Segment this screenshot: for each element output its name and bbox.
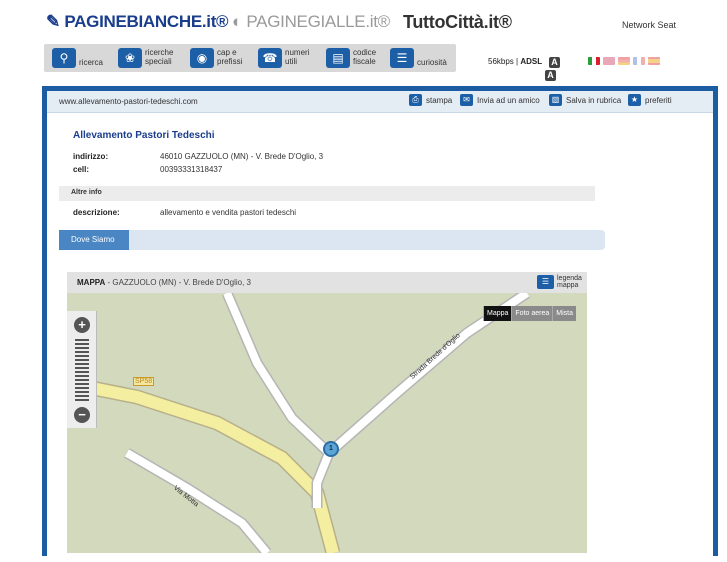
location-marker[interactable]: 1 <box>323 441 339 457</box>
speed-56k[interactable]: 56kbps <box>488 57 514 66</box>
address-label: indirizzo: <box>73 152 109 161</box>
toolbar-numeri-utili[interactable]: ☎ numeri utili <box>258 48 309 70</box>
mail-icon: ✉ <box>460 94 473 106</box>
star-icon: ★ <box>628 94 641 106</box>
card-icon: ▤ <box>326 48 350 68</box>
description-value: allevamento e vendita pastori tedeschi <box>160 208 297 217</box>
save-contact-button[interactable]: ▧ Salva in rubrica <box>549 94 621 106</box>
globe-icon: ◉ <box>190 48 214 68</box>
toolbar-cap-prefissi[interactable]: ◉ cap e prefissi <box>190 48 242 70</box>
cell-value: 00393331318437 <box>160 165 223 174</box>
map-header: MAPPA - GAZZUOLO (MN) - V. Brede D'Oglio… <box>67 272 587 293</box>
legend-icon: ☰ <box>537 275 554 289</box>
hand-icon: ✎ <box>46 12 60 31</box>
flag-germany-icon[interactable] <box>618 57 630 65</box>
zoom-in-icon[interactable]: + <box>74 317 90 333</box>
network-link[interactable]: Network Seat <box>622 20 676 30</box>
tab-bar: Dove Siamo <box>59 230 605 250</box>
flag-uk-icon[interactable] <box>603 57 615 65</box>
more-info-header: Altre info <box>59 186 595 201</box>
cell-label: cell: <box>73 165 90 174</box>
description-label: descrizione: <box>73 208 120 217</box>
toolbar-ricerca[interactable]: ⚲ ricerca <box>52 48 103 70</box>
listing-title[interactable]: Allevamento Pastori Tedeschi <box>73 130 215 141</box>
map-mode-foto-aerea[interactable]: Foto aerea <box>511 306 553 321</box>
text-size-large-button[interactable]: A <box>545 70 556 81</box>
g-logo-icon: ◐ <box>232 12 242 31</box>
main-toolbar: ⚲ ricerca ❀ ricerche speciali ◉ cap e pr… <box>44 44 456 72</box>
road-label-sp58: SP58 <box>133 377 155 386</box>
map-mode-mappa[interactable]: Mappa <box>483 306 512 321</box>
tuttocitta-logo[interactable]: TuttoCittà.it® <box>403 12 512 33</box>
print-button[interactable]: ⎙ stampa <box>409 94 452 106</box>
print-icon: ⎙ <box>409 94 422 106</box>
toolbar-ricerche-speciali[interactable]: ❀ ricerche speciali <box>118 48 173 70</box>
header: ✎ PAGINEBIANCHE.it® ◐ PAGINEGIALLE.it® T… <box>0 0 727 40</box>
map-panel: MAPPA - GAZZUOLO (MN) - V. Brede D'Oglio… <box>67 272 587 562</box>
connection-speed: 56kbps | ADSL <box>488 57 543 66</box>
legend-button[interactable]: ☰ legenda mappa <box>537 275 582 289</box>
tab-dove-siamo[interactable]: Dove Siamo <box>59 230 129 250</box>
text-size-button[interactable]: A <box>549 57 560 68</box>
url-bar: www.allevamento-pastori-tedeschi.com ⎙ s… <box>47 91 713 113</box>
zoom-slider[interactable] <box>75 339 89 403</box>
speed-adsl[interactable]: ADSL <box>520 57 542 66</box>
favorites-button[interactable]: ★ preferiti <box>628 94 672 106</box>
map-canvas[interactable]: Mappa Foto aerea Mista + − SP58 Strada B… <box>67 293 587 553</box>
book-icon: ☰ <box>390 48 414 68</box>
flag-spain-icon[interactable] <box>648 57 660 65</box>
paginegialle-logo[interactable]: ◐ PAGINEGIALLE.it® <box>232 12 390 32</box>
toolbar-curiosita[interactable]: ☰ curiosità <box>390 48 447 70</box>
map-mode-switch: Mappa Foto aerea Mista <box>483 306 576 321</box>
puzzle-icon: ❀ <box>118 48 142 68</box>
language-flags <box>588 57 660 65</box>
map-mode-mista[interactable]: Mista <box>552 306 576 321</box>
map-roads <box>67 293 531 553</box>
folder-icon: ▧ <box>549 94 562 106</box>
zoom-out-icon[interactable]: − <box>74 407 90 423</box>
flag-italy-icon[interactable] <box>588 57 600 65</box>
map-title: MAPPA - GAZZUOLO (MN) - V. Brede D'Oglio… <box>77 278 252 287</box>
flag-france-icon[interactable] <box>633 57 645 65</box>
website-link[interactable]: www.allevamento-pastori-tedeschi.com <box>59 97 198 106</box>
zoom-control: + − <box>67 311 97 428</box>
listing-frame: www.allevamento-pastori-tedeschi.com ⎙ s… <box>42 86 718 556</box>
send-to-friend-button[interactable]: ✉ Invia ad un amico <box>460 94 540 106</box>
address-value: 46010 GAZZUOLO (MN) - V. Brede D'Oglio, … <box>160 152 324 161</box>
paginebianche-logo[interactable]: ✎ PAGINEBIANCHE.it® <box>46 12 229 32</box>
phone-icon: ☎ <box>258 48 282 68</box>
search-icon: ⚲ <box>52 48 76 68</box>
toolbar-codice-fiscale[interactable]: ▤ codice fiscale <box>326 48 376 70</box>
